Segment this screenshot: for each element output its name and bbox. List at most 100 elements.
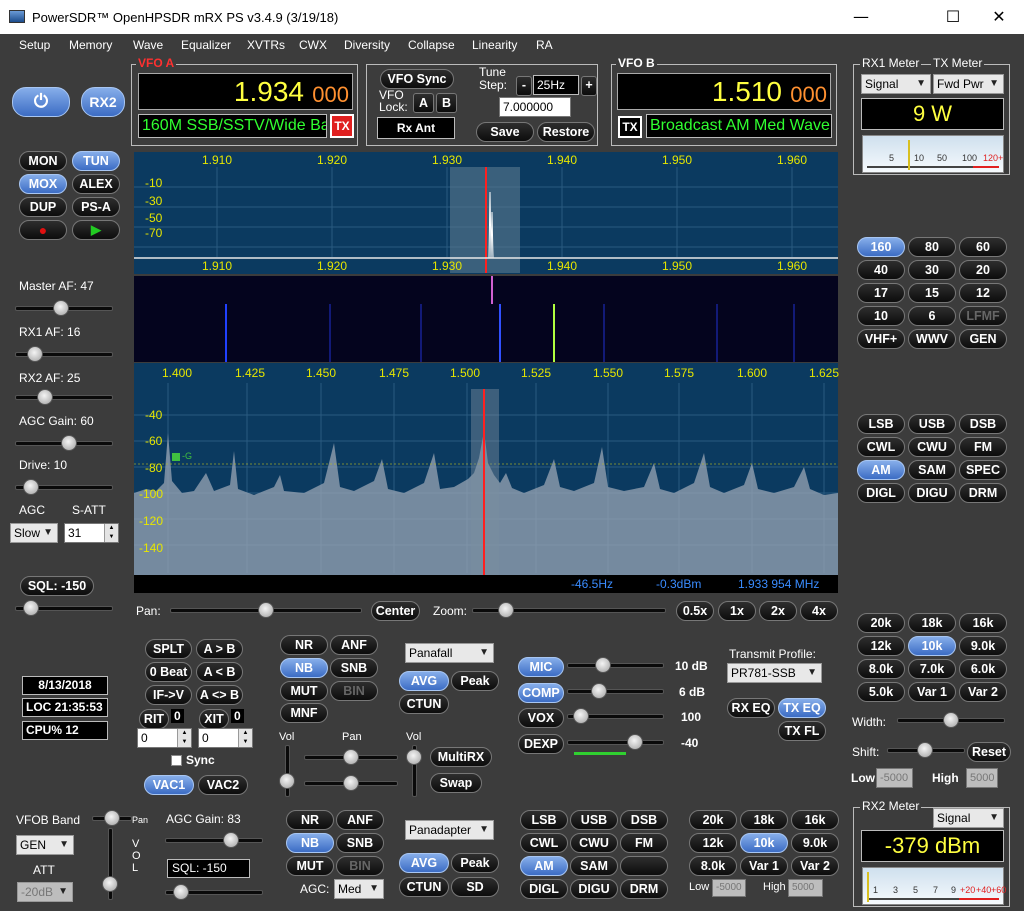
- rx1-snb-button[interactable]: SNB: [330, 658, 378, 678]
- rx2-mode-usb-button[interactable]: USB: [570, 810, 618, 830]
- rx2-filter-var2-button[interactable]: Var 2: [791, 856, 839, 876]
- filter-9k-button[interactable]: 9.0k: [959, 636, 1007, 656]
- restore-button[interactable]: Restore: [537, 122, 595, 142]
- xit-button[interactable]: XIT: [199, 709, 229, 729]
- rx1-anf-button[interactable]: ANF: [330, 635, 378, 655]
- zoom-0.5x-button[interactable]: 0.5x: [676, 601, 714, 621]
- waterfall-display[interactable]: [134, 276, 838, 362]
- if-to-v-button[interactable]: IF->V: [145, 685, 192, 705]
- rx2-pan-slider[interactable]: [304, 775, 398, 793]
- band-wwv-button[interactable]: WWV: [908, 329, 956, 349]
- tune-step-plus-button[interactable]: +: [581, 76, 597, 96]
- rx2-filter-18k-button[interactable]: 18k: [740, 810, 788, 830]
- rx2-mode-fm-button[interactable]: FM: [620, 833, 668, 853]
- rx2-panadapter[interactable]: 1.910 1.920 1.930 1.940 1.950 1.960 -10 …: [134, 152, 838, 274]
- rx-eq-button[interactable]: RX EQ: [727, 698, 775, 718]
- rx2-mut-button[interactable]: MUT: [286, 856, 334, 876]
- rx2-meter-select[interactable]: Signal ▼: [933, 808, 1004, 828]
- rx2-mode-am-button[interactable]: AM: [520, 856, 568, 876]
- menu-ra[interactable]: RA: [536, 38, 553, 52]
- band-30-button[interactable]: 30: [908, 260, 956, 280]
- rx2-mode-cwl-button[interactable]: CWL: [520, 833, 568, 853]
- rx2-snb-button[interactable]: SNB: [336, 833, 384, 853]
- power-button[interactable]: ⏻: [12, 87, 70, 117]
- rx1-ctun-button[interactable]: CTUN: [399, 694, 449, 714]
- rx2-display-select[interactable]: Panadapter ▼: [405, 820, 494, 840]
- vfob-tx-indicator[interactable]: TX: [618, 116, 642, 138]
- menu-collapse[interactable]: Collapse: [408, 38, 455, 52]
- mox-button[interactable]: MOX: [19, 174, 67, 194]
- comp-slider[interactable]: [567, 683, 664, 701]
- menu-cwx[interactable]: CWX: [299, 38, 327, 52]
- rx2-af-slider[interactable]: [15, 389, 113, 407]
- rx1-vol-slider[interactable]: [279, 745, 297, 797]
- menu-setup[interactable]: Setup: [19, 38, 50, 52]
- filter-10k-button[interactable]: 10k: [908, 636, 956, 656]
- mode-lsb-button[interactable]: LSB: [857, 414, 905, 434]
- transmit-profile-select[interactable]: PR781-SSB ▼: [727, 663, 822, 683]
- band-160-button[interactable]: 160: [857, 237, 905, 257]
- band-60-button[interactable]: 60: [959, 237, 1007, 257]
- band-lfmf-button[interactable]: LFMF: [959, 306, 1007, 326]
- rx2-mode-drm-button[interactable]: DRM: [620, 879, 668, 899]
- vox-button[interactable]: VOX: [518, 708, 564, 728]
- rx2-agc-gain-slider[interactable]: [165, 832, 263, 850]
- pan-slider[interactable]: [170, 602, 362, 620]
- menu-diversity[interactable]: Diversity: [344, 38, 390, 52]
- tx-meter-select[interactable]: Fwd Pwr ▼: [933, 74, 1004, 94]
- mode-digl-button[interactable]: DIGL: [857, 483, 905, 503]
- rx2-high-input[interactable]: 5000: [788, 879, 823, 897]
- lock-a-button[interactable]: A: [413, 93, 434, 113]
- b-to-a-button[interactable]: A < B: [196, 662, 243, 682]
- band-6-button[interactable]: 6: [908, 306, 956, 326]
- rx1-bin-button[interactable]: BIN: [330, 681, 378, 701]
- rx1-mnf-button[interactable]: MNF: [280, 703, 328, 723]
- band-15-button[interactable]: 15: [908, 283, 956, 303]
- split-button[interactable]: SPLT: [145, 639, 192, 659]
- rx2-filter-20k-button[interactable]: 20k: [689, 810, 737, 830]
- rx2-mode-digu-button[interactable]: DIGU: [570, 879, 618, 899]
- vfob-frequency-display[interactable]: 1.510 000: [617, 73, 831, 110]
- vfob-band-select[interactable]: GEN ▼: [16, 835, 74, 855]
- filter-16k-button[interactable]: 16k: [959, 613, 1007, 633]
- rx2-low-input[interactable]: -5000: [712, 879, 746, 897]
- filter-20k-button[interactable]: 20k: [857, 613, 905, 633]
- alex-button[interactable]: ALEX: [72, 174, 120, 194]
- vfo-sync-button[interactable]: VFO Sync: [380, 69, 454, 89]
- zero-beat-button[interactable]: 0 Beat: [145, 662, 192, 682]
- agc-mode-select[interactable]: Slow ▼: [10, 523, 58, 543]
- band-vhf-button[interactable]: VHF+: [857, 329, 905, 349]
- play-button[interactable]: ▶: [72, 220, 120, 240]
- sql-slider[interactable]: [15, 600, 113, 618]
- filter-5k-button[interactable]: 5.0k: [857, 682, 905, 702]
- minimize-button[interactable]: —: [838, 0, 884, 34]
- record-button[interactable]: ●: [19, 220, 67, 240]
- rx2-mode-digl-button[interactable]: DIGL: [520, 879, 568, 899]
- rx2-anf-button[interactable]: ANF: [336, 810, 384, 830]
- multirx-button[interactable]: MultiRX: [430, 747, 492, 767]
- tun-button[interactable]: TUN: [72, 151, 120, 171]
- mode-am-button[interactable]: AM: [857, 460, 905, 480]
- lock-b-button[interactable]: B: [436, 93, 457, 113]
- zoom-1x-button[interactable]: 1x: [718, 601, 756, 621]
- master-af-slider[interactable]: [15, 300, 113, 318]
- rx2-vol-slider[interactable]: [406, 745, 424, 797]
- center-button[interactable]: Center: [371, 601, 420, 621]
- mode-usb-button[interactable]: USB: [908, 414, 956, 434]
- width-slider[interactable]: [897, 712, 1005, 730]
- rx2-filter-8k-button[interactable]: 8.0k: [689, 856, 737, 876]
- mode-cwu-button[interactable]: CWU: [908, 437, 956, 457]
- rx2-sql-slider[interactable]: [165, 884, 263, 902]
- tx-fl-button[interactable]: TX FL: [778, 721, 826, 741]
- rx1-mut-button[interactable]: MUT: [280, 681, 328, 701]
- rx2-sd-button[interactable]: SD: [451, 877, 499, 897]
- dexp-slider[interactable]: [567, 734, 664, 752]
- rx1-display-select[interactable]: Panafall ▼: [405, 643, 494, 663]
- vac1-button[interactable]: VAC1: [144, 775, 194, 795]
- att-select[interactable]: -20dB ▼: [17, 882, 73, 902]
- rit-input[interactable]: 0 ▲ ▼: [137, 728, 192, 748]
- drive-slider[interactable]: [15, 479, 113, 497]
- rx2-vol-slider-bottom[interactable]: [102, 828, 120, 900]
- filter-var2-button[interactable]: Var 2: [959, 682, 1007, 702]
- rx2-ctun-button[interactable]: CTUN: [399, 877, 449, 897]
